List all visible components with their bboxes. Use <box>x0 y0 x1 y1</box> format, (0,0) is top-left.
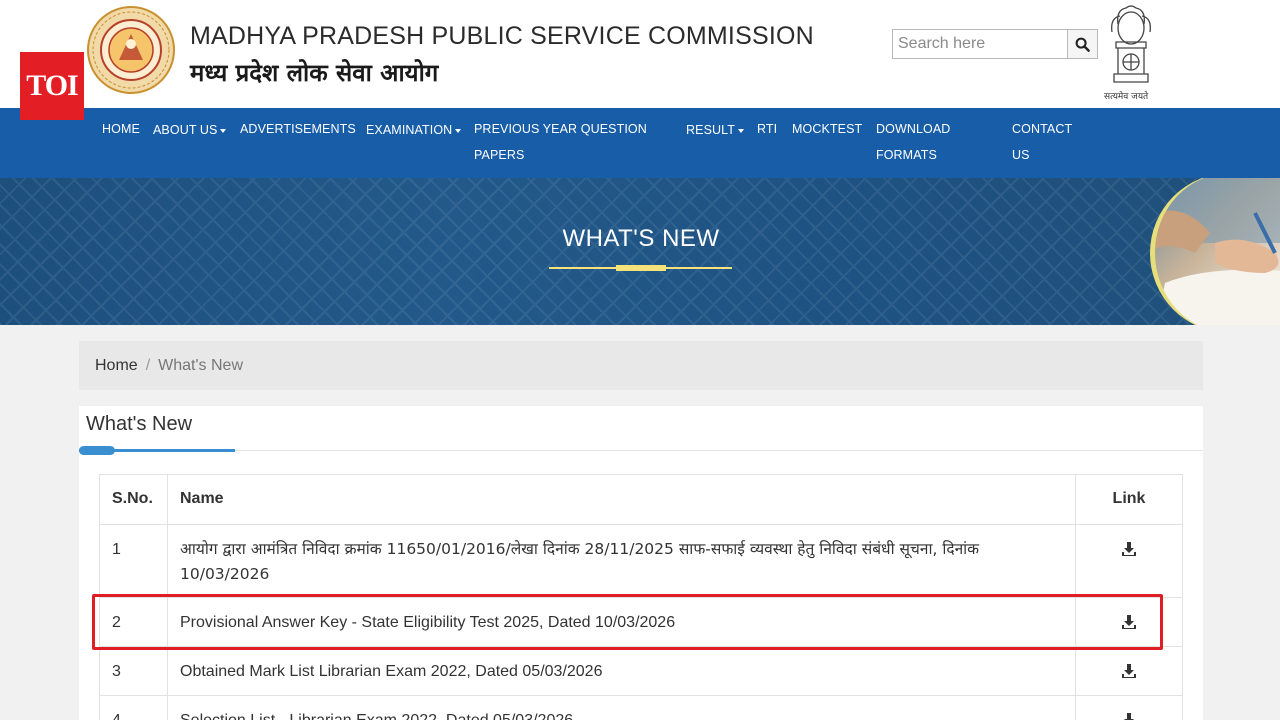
card-title-underline <box>79 450 1203 451</box>
national-emblem <box>1111 5 1151 83</box>
column-header-link: Link <box>1075 474 1183 525</box>
nav-rti[interactable]: RTI <box>757 116 777 142</box>
search-button[interactable] <box>1067 29 1098 59</box>
nav-download-formats-line1: DOWNLOAD <box>876 122 951 136</box>
main-navigation: HOME ABOUT US ADVERTISEMENTS EXAMINATION… <box>0 108 1280 178</box>
nav-download-formats-line2: FORMATS <box>876 148 937 162</box>
row-link <box>1075 597 1183 647</box>
search-form <box>892 29 1098 59</box>
banner-title: WHAT'S NEW <box>562 225 720 252</box>
mppsc-logo[interactable] <box>86 4 176 96</box>
table-row: 3 Obtained Mark List Librarian Exam 2022… <box>99 646 1183 696</box>
row-sno: 1 <box>99 524 168 598</box>
nav-result-label: RESULT <box>686 123 735 137</box>
page-banner: WHAT'S NEW <box>0 178 1280 325</box>
nav-about-us[interactable]: ABOUT US <box>153 117 227 143</box>
search-icon <box>1075 37 1090 52</box>
breadcrumb-current: What's New <box>158 357 243 374</box>
column-header-name: Name <box>167 474 1076 525</box>
nav-home[interactable]: HOME <box>102 116 140 142</box>
site-title-english: MADHYA PRADESH PUBLIC SERVICE COMMISSION <box>190 22 814 50</box>
row-link <box>1075 524 1183 598</box>
nav-mocktest[interactable]: MOCKTEST <box>792 116 862 142</box>
row-sno: 4 <box>99 695 168 720</box>
table-row: 1 आयोग द्वारा आमंत्रित निविदा क्रमांक 11… <box>99 524 1183 598</box>
site-title-hindi: मध्य प्रदेश लोक सेवा आयोग <box>190 59 439 87</box>
whats-new-table: S.No. Name Link 1 आयोग द्वारा आमंत्रित न… <box>99 474 1183 720</box>
emblem-motto: सत्यमेव जयते <box>1104 92 1149 102</box>
row-link <box>1075 695 1183 720</box>
nav-download-formats[interactable]: DOWNLOAD FORMATS <box>876 116 950 168</box>
nav-previous-year-papers-line2: PAPERS <box>474 148 525 162</box>
nav-contact-us-line2: US <box>1012 148 1030 162</box>
row-sno: 3 <box>99 646 168 696</box>
breadcrumb-home-link[interactable]: Home <box>95 357 138 374</box>
breadcrumb-separator: / <box>145 357 151 374</box>
row-link <box>1075 646 1183 696</box>
search-input[interactable] <box>892 29 1067 59</box>
download-icon[interactable] <box>1121 712 1137 720</box>
nav-examination[interactable]: EXAMINATION <box>366 117 462 143</box>
table-header-row: S.No. Name Link <box>99 474 1183 525</box>
nav-contact-us-line1: CONTACT <box>1012 122 1073 136</box>
row-sno: 2 <box>99 597 168 647</box>
row-name: Selection List - Librarian Exam 2022, Da… <box>167 695 1076 720</box>
toi-badge: TOI <box>20 52 84 120</box>
card-title: What's New <box>86 413 193 435</box>
nav-previous-year-papers[interactable]: PREVIOUS YEAR QUESTION PAPERS <box>474 116 647 168</box>
nav-advertisements-label: ADVERTISEMENTS <box>240 122 356 136</box>
download-icon[interactable] <box>1121 663 1137 679</box>
row-name: आयोग द्वारा आमंत्रित निविदा क्रमांक 1165… <box>167 524 1076 598</box>
row-name: Provisional Answer Key - State Eligibili… <box>167 597 1076 647</box>
table-row: 2 Provisional Answer Key - State Eligibi… <box>99 597 1183 647</box>
nav-about-us-label: ABOUT US <box>153 123 218 137</box>
site-header: MADHYA PRADESH PUBLIC SERVICE COMMISSION… <box>0 0 1280 108</box>
chevron-down-icon <box>738 128 744 133</box>
table-row: 4 Selection List - Librarian Exam 2022, … <box>99 695 1183 720</box>
nav-previous-year-papers-line1: PREVIOUS YEAR QUESTION <box>474 122 647 136</box>
chevron-down-icon <box>455 128 462 133</box>
nav-mocktest-label: MOCKTEST <box>792 122 863 136</box>
nav-examination-label: EXAMINATION <box>366 123 453 137</box>
nav-rti-label: RTI <box>757 122 778 136</box>
card-title-accent-dot <box>79 446 115 455</box>
breadcrumb: Home / What's New <box>79 341 1203 390</box>
nav-result[interactable]: RESULT <box>686 117 744 143</box>
banner-divider-accent <box>616 265 666 271</box>
row-name: Obtained Mark List Librarian Exam 2022, … <box>167 646 1076 696</box>
chevron-down-icon <box>220 128 227 133</box>
nav-home-label: HOME <box>102 122 140 136</box>
writing-hand-image <box>1155 178 1280 325</box>
nav-advertisements[interactable]: ADVERTISEMENTS <box>240 116 356 142</box>
download-icon[interactable] <box>1121 541 1137 557</box>
column-header-sno: S.No. <box>99 474 168 525</box>
download-icon[interactable] <box>1121 614 1137 630</box>
nav-contact-us[interactable]: CONTACT US <box>1012 116 1072 168</box>
banner-photo <box>1150 178 1280 325</box>
